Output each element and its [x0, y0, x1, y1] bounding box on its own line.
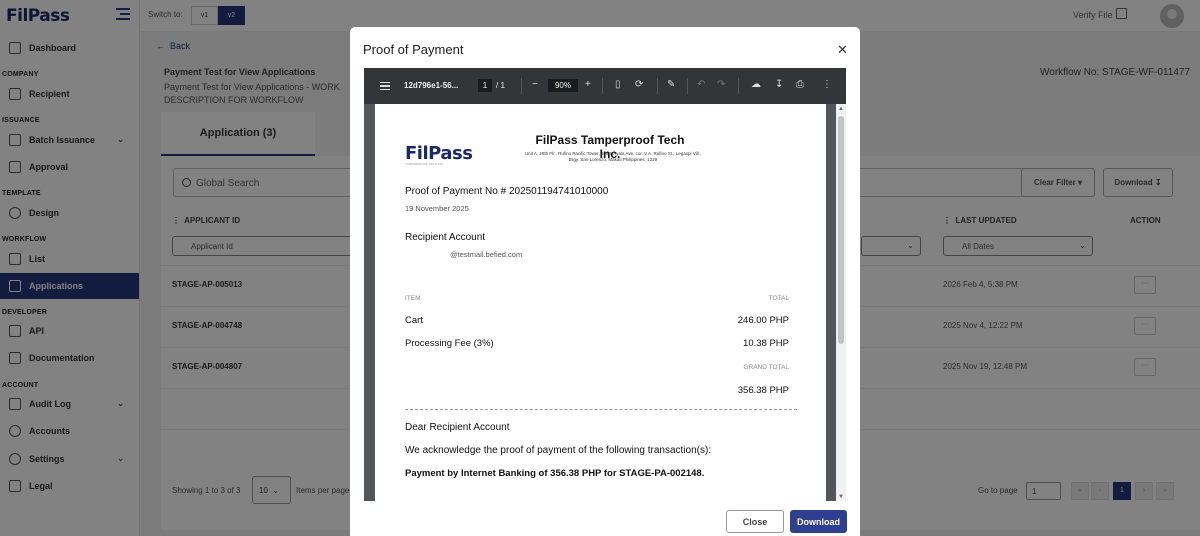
- more-options-icon[interactable]: ⋮: [822, 79, 832, 90]
- download-proof-button[interactable]: Download: [790, 510, 847, 533]
- pdf-page: FilPass TAMPERPROOF TECH INC. FilPass Ta…: [375, 104, 826, 501]
- pdf-scrollbar[interactable]: ▲ ▼: [836, 104, 846, 501]
- toolbar-divider: [602, 78, 603, 94]
- toolbar-divider: [738, 78, 739, 94]
- save-icon[interactable]: ☁: [751, 79, 761, 90]
- doc-line-item-amount: 246.00 PHP: [737, 315, 789, 326]
- doc-logo-tagline: TAMPERPROOF TECH INC.: [405, 162, 444, 166]
- doc-line-item-amount: 10.38 PHP: [743, 338, 789, 349]
- zoom-level[interactable]: 90%: [548, 79, 578, 92]
- rotate-icon[interactable]: ⟳: [635, 79, 643, 90]
- close-button[interactable]: Close: [726, 510, 784, 533]
- pdf-filename: 12d796e1-56...: [404, 81, 459, 90]
- close-icon[interactable]: ✕: [837, 42, 848, 58]
- fit-page-icon[interactable]: ▯: [615, 79, 621, 90]
- download-icon[interactable]: ↧: [775, 79, 783, 90]
- doc-grand-total-label: GRAND TOTAL: [743, 364, 789, 371]
- annotate-icon[interactable]: ✎: [667, 79, 675, 90]
- doc-recipient: Recipient Account: [405, 232, 486, 243]
- scroll-up-icon[interactable]: ▲: [838, 106, 844, 112]
- doc-proof-number: Proof of Payment No # 2025011947410100​0…: [405, 186, 609, 197]
- doc-date: 19 November 2025: [405, 204, 469, 213]
- zoom-in-icon[interactable]: +: [585, 79, 591, 90]
- scroll-down-icon[interactable]: ▼: [838, 494, 844, 500]
- doc-line-item-name: Processing Fee (3%): [405, 338, 494, 349]
- doc-item-header: ITEM: [405, 295, 421, 302]
- pdf-viewer: 12d796e1-56... 1 / 1 − 90% + ▯ ⟳ ✎ ↶ ↷ ☁…: [364, 68, 846, 501]
- proof-of-payment-modal: Proof of Payment ✕ 12d796e1-56... 1 / 1 …: [350, 27, 860, 536]
- redo-icon[interactable]: ↷: [717, 79, 725, 90]
- undo-icon[interactable]: ↶: [697, 79, 705, 90]
- doc-grand-total: 356.38 PHP: [737, 385, 789, 396]
- doc-logo: FilPass: [405, 143, 473, 164]
- toolbar-divider: [687, 78, 688, 94]
- doc-line-item-name: Cart: [405, 315, 423, 326]
- pdf-toolbar: 12d796e1-56... 1 / 1 − 90% + ▯ ⟳ ✎ ↶ ↷ ☁…: [364, 68, 846, 104]
- doc-payment-line: Payment by Internet Banking of 356.38 PH…: [405, 468, 705, 479]
- doc-company-address: Unit A, 29th Flr., Rufino Pacific Tower,…: [524, 151, 702, 162]
- doc-salutation: Dear Recipient Account: [405, 422, 510, 433]
- modal-title: Proof of Payment: [363, 42, 464, 57]
- scrollbar-thumb[interactable]: [838, 116, 844, 344]
- doc-email: @testmail.befied.com: [450, 250, 523, 259]
- page-total: / 1: [496, 81, 505, 90]
- doc-total-header: TOTAL: [768, 295, 789, 302]
- toolbar-divider: [657, 78, 658, 94]
- doc-acknowledgement: We acknowledge the proof of payment of t…: [405, 445, 712, 456]
- toolbar-divider: [521, 78, 522, 94]
- doc-divider: [405, 409, 797, 410]
- zoom-out-icon[interactable]: −: [532, 79, 538, 90]
- page-number-input[interactable]: 1: [478, 79, 492, 92]
- menu-icon[interactable]: [380, 82, 390, 90]
- print-icon[interactable]: ⎙: [796, 79, 804, 90]
